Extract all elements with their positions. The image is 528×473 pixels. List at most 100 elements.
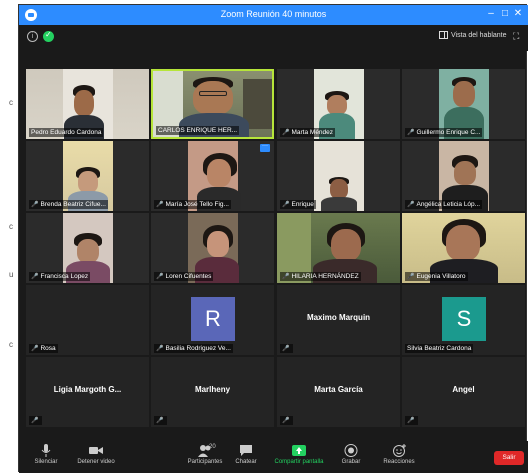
participant-tile[interactable]: 🎤 HILARIA HERNÁNDEZ (277, 213, 400, 283)
meeting-toolbar: Silenciar Detener video 20 Participantes… (19, 441, 528, 473)
participants-count: 20 (209, 444, 216, 450)
participant-tile[interactable]: 🎤 Rosa (26, 285, 149, 355)
face (77, 239, 99, 263)
participant-name: CARLOS ENRIQUE HER... (156, 126, 240, 135)
avatar: S (442, 297, 486, 341)
participant-center-name: Angel (452, 385, 475, 394)
muted-mic-icon: 🎤 (156, 202, 164, 208)
video-camera-icon (89, 447, 103, 454)
microphone-icon (41, 444, 51, 457)
chat-icon (240, 445, 252, 456)
mute-button[interactable]: Silenciar (29, 444, 63, 465)
participant-tile[interactable]: 🎤 Angélica Leticia Lóp... (402, 141, 525, 211)
minimize-button[interactable]: – (485, 8, 497, 20)
participant-tile[interactable]: 🎤 Loren Cifuentes (151, 213, 274, 283)
face (74, 90, 94, 116)
glasses (199, 91, 227, 96)
muted-mic-icon: 🎤 (31, 274, 39, 280)
participant-name: 🎤 (154, 416, 168, 425)
encryption-shield-icon[interactable] (43, 30, 54, 42)
speaker-view-button[interactable]: Vista del hablante (439, 31, 507, 39)
participant-tile[interactable]: 🎤 Guillermo Enrique C... (402, 69, 525, 139)
info-icon[interactable]: i (27, 31, 38, 42)
participants-label: Participantes (187, 459, 223, 465)
face (327, 95, 347, 115)
maximize-button[interactable]: □ (499, 8, 511, 20)
participant-tile-active-speaker[interactable]: CARLOS ENRIQUE HER... (151, 69, 274, 139)
face (78, 171, 98, 193)
participant-name: 🎤 María José Tello Fig... (154, 200, 231, 209)
participant-tile[interactable]: Pedro Eduardo Cardona (26, 69, 149, 139)
stop-video-label: Detener video (77, 459, 115, 465)
participant-name: Silvia Beatriz Cardona (405, 344, 474, 353)
grid-icon (439, 31, 448, 39)
participant-tile[interactable]: S Silvia Beatriz Cardona (402, 285, 525, 355)
muted-mic-icon: 🎤 (282, 274, 290, 280)
face (330, 179, 348, 199)
participant-tile[interactable]: Ligia Margoth G... 🎤 (26, 357, 149, 427)
avatar: R (191, 297, 235, 341)
share-screen-label: Compartir pantalla (274, 459, 324, 465)
fullscreen-icon[interactable]: ⛶ (513, 31, 523, 41)
more-options-button[interactable]: ··· (260, 143, 270, 152)
muted-mic-icon: 🎤 (282, 202, 290, 208)
participant-name: 🎤 (405, 416, 419, 425)
participants-icon: 20 (194, 444, 216, 457)
participant-name: 🎤 Brenda Beatriz Cifue... (29, 200, 108, 209)
face (454, 161, 476, 185)
participant-name: Pedro Eduardo Cardona (29, 128, 104, 137)
chat-button[interactable]: Chatear (231, 444, 261, 465)
stop-video-button[interactable]: Detener video (71, 444, 121, 465)
muted-mic-icon: 🎤 (407, 274, 415, 280)
participant-name: 🎤 Guillermo Enrique C... (405, 128, 483, 137)
participant-name: 🎤 (280, 344, 294, 353)
muted-mic-icon: 🎤 (31, 418, 39, 424)
participant-name: 🎤 (280, 416, 294, 425)
leave-button[interactable]: Salir (494, 451, 524, 465)
muted-mic-icon: 🎤 (282, 346, 290, 352)
participant-tile[interactable]: Maximo Marquin 🎤 (277, 285, 400, 355)
meeting-top-bar: i Vista del hablante ⛶ (19, 25, 528, 51)
window-title: Zoom Reunión 40 minutos (220, 9, 327, 19)
participant-name: 🎤 Francisca Lopez (29, 272, 91, 281)
muted-mic-icon: 🎤 (282, 418, 290, 424)
muted-mic-icon: 🎤 (407, 418, 415, 424)
muted-mic-icon: 🎤 (407, 130, 415, 136)
face (193, 81, 233, 115)
participants-button[interactable]: 20 Participantes (183, 444, 227, 465)
muted-mic-icon: 🎤 (156, 418, 164, 424)
participant-name: 🎤 Eugenia Villatoro (405, 272, 468, 281)
close-button[interactable]: ✕ (512, 8, 524, 20)
muted-mic-icon: 🎤 (31, 202, 39, 208)
reactions-label: Reacciones (383, 459, 415, 465)
mute-label: Silenciar (34, 459, 58, 465)
participant-tile[interactable]: 🎤 Marta Méndez (277, 69, 400, 139)
reactions-button[interactable]: Reacciones (379, 444, 419, 465)
participant-name: 🎤 Loren Cifuentes (154, 272, 214, 281)
participant-name: 🎤 HILARIA HERNÁNDEZ (280, 272, 361, 281)
record-button[interactable]: Grabar (339, 444, 363, 465)
participant-name: 🎤 (29, 416, 43, 425)
participant-name: 🎤 Basilia Rodriguez Ve... (154, 344, 233, 353)
background-window-strip: c c u c (0, 0, 18, 473)
participant-name: 🎤 Marta Méndez (280, 128, 336, 137)
participant-tile[interactable]: 🎤 Enrique (277, 141, 400, 211)
participant-tile[interactable]: Angel 🎤 (402, 357, 525, 427)
participant-tile[interactable]: 🎤 Brenda Beatriz Cifue... (26, 141, 149, 211)
share-screen-icon (292, 445, 306, 456)
participant-tile[interactable]: Marlheny 🎤 (151, 357, 274, 427)
gallery-grid: Pedro Eduardo Cardona CARLOS ENRIQUE HER… (26, 69, 526, 427)
participant-tile[interactable]: R 🎤 Basilia Rodriguez Ve... (151, 285, 274, 355)
face (453, 81, 475, 107)
participant-tile[interactable]: 🎤 Eugenia Villatoro (402, 213, 525, 283)
share-screen-button[interactable]: Compartir pantalla (269, 444, 329, 465)
muted-mic-icon: 🎤 (407, 202, 415, 208)
participant-center-name: Marta García (314, 385, 363, 394)
speaker-view-label: Vista del hablante (451, 31, 507, 39)
participant-tile[interactable]: Marta García 🎤 (277, 357, 400, 427)
participant-tile[interactable]: 🎤 Francisca Lopez (26, 213, 149, 283)
muted-mic-icon: 🎤 (156, 346, 164, 352)
face (207, 231, 229, 257)
participant-tile[interactable]: ··· 🎤 María José Tello Fig... (151, 141, 274, 211)
participant-name: 🎤 Rosa (29, 344, 58, 353)
